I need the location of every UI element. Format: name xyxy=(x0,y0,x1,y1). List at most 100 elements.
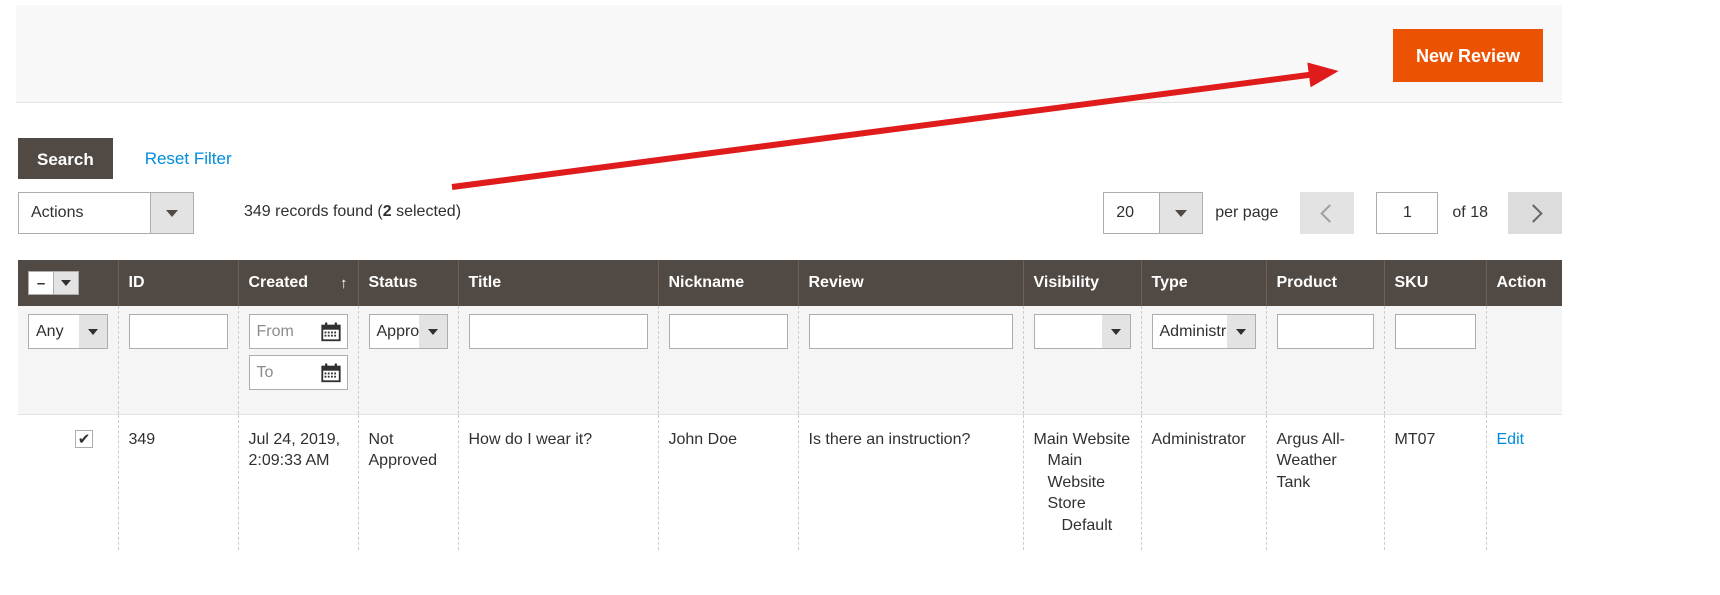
chevron-down-icon xyxy=(78,315,107,348)
records-found-suffix: selected) xyxy=(391,203,462,220)
checkmark-icon: ✔ xyxy=(77,430,91,448)
chevron-down-icon xyxy=(1101,315,1130,348)
column-header-action: Action xyxy=(1486,260,1562,306)
per-page-dropdown[interactable]: 20 xyxy=(1103,192,1204,234)
page-header-bar: New Review xyxy=(16,5,1562,103)
filter-created-to-placeholder: To xyxy=(256,363,274,381)
column-header-type[interactable]: Type xyxy=(1141,260,1267,306)
column-header-massaction: – xyxy=(18,260,119,306)
chevron-down-icon xyxy=(53,272,78,294)
filter-review-input[interactable] xyxy=(808,314,1013,349)
actions-dropdown-value: Actions xyxy=(31,204,84,221)
filter-visibility-select[interactable] xyxy=(1033,314,1131,349)
cell-type: Administrator xyxy=(1141,414,1267,551)
column-header-visibility[interactable]: Visibility xyxy=(1023,260,1142,306)
filter-status-value: Appro xyxy=(376,322,419,340)
filter-cell-type: Administr xyxy=(1141,306,1267,415)
filter-cell-status: Appro xyxy=(358,306,459,415)
column-header-review[interactable]: Review xyxy=(798,260,1024,306)
reset-filter-link[interactable]: Reset Filter xyxy=(145,149,232,169)
column-label-title: Title xyxy=(468,274,502,291)
chevron-right-icon xyxy=(1523,203,1543,223)
records-found-prefix: 349 records found ( xyxy=(244,203,383,220)
cell-product: Argus All-Weather Tank xyxy=(1266,414,1385,551)
previous-page-button[interactable] xyxy=(1300,192,1355,234)
column-header-id[interactable]: ID xyxy=(118,260,239,306)
column-label-product: Product xyxy=(1276,274,1337,291)
chevron-down-icon xyxy=(150,193,193,233)
column-label-sku: SKU xyxy=(1394,274,1429,291)
filter-status-select[interactable]: Appro xyxy=(368,314,448,349)
column-label-nickname: Nickname xyxy=(668,274,745,291)
filter-created-to[interactable]: To xyxy=(248,355,348,390)
cell-title: How do I wear it? xyxy=(458,414,659,551)
filter-cell-nickname xyxy=(658,306,799,415)
cell-id: 349 xyxy=(118,414,239,551)
sort-ascending-icon: ↑ xyxy=(340,274,348,292)
filter-massaction-value: Any xyxy=(36,322,64,340)
filter-cell-title xyxy=(458,306,659,415)
row-checkbox[interactable]: ✔ xyxy=(75,430,93,448)
row-select-cell: ✔ xyxy=(18,414,119,551)
filter-cell-product xyxy=(1266,306,1385,415)
cell-nickname: John Doe xyxy=(658,414,799,551)
filter-title-input[interactable] xyxy=(468,314,648,349)
actions-dropdown[interactable]: Actions xyxy=(18,192,194,234)
cell-created: Jul 24, 2019, 2:09:33 AM xyxy=(238,414,359,551)
filter-massaction-select[interactable]: Any xyxy=(28,314,108,349)
grid-filter-row: Any From To Appro Administr xyxy=(18,306,1562,415)
cell-review: Is there an instruction? xyxy=(798,414,1024,551)
per-page-value: 20 xyxy=(1116,204,1135,221)
grid-header-row: – ID Created ↑ Status Title Nickname Rev… xyxy=(18,260,1562,306)
filter-product-input[interactable] xyxy=(1276,314,1374,349)
filter-cell-created: From To xyxy=(238,306,359,415)
table-row[interactable]: ✔ 349 Jul 24, 2019, 2:09:33 AM Not Appro… xyxy=(18,414,1562,551)
filter-cell-id xyxy=(118,306,239,415)
cell-sku: MT07 xyxy=(1384,414,1487,551)
filter-type-select[interactable]: Administr xyxy=(1151,314,1256,349)
column-header-status[interactable]: Status xyxy=(358,260,459,306)
next-page-button[interactable] xyxy=(1508,192,1562,234)
filter-sku-input[interactable] xyxy=(1394,314,1476,349)
per-page-label: per page xyxy=(1215,204,1279,221)
column-label-created: Created xyxy=(248,274,309,291)
reviews-grid: – ID Created ↑ Status Title Nickname Rev… xyxy=(18,260,1562,551)
filter-nickname-input[interactable] xyxy=(668,314,788,349)
filter-cell-massaction: Any xyxy=(18,306,119,415)
massaction-toggle[interactable]: – xyxy=(28,271,79,295)
column-header-product[interactable]: Product xyxy=(1266,260,1385,306)
new-review-button[interactable]: New Review xyxy=(1392,29,1543,82)
chevron-down-icon xyxy=(1226,315,1255,348)
visibility-website: Main Website xyxy=(1033,430,1131,448)
visibility-store: Main Website Store xyxy=(1047,452,1106,513)
column-header-sku[interactable]: SKU xyxy=(1384,260,1487,306)
column-label-status: Status xyxy=(368,274,418,291)
column-header-created[interactable]: Created ↑ xyxy=(238,260,359,306)
cell-action: Edit xyxy=(1486,414,1562,551)
edit-link[interactable]: Edit xyxy=(1497,431,1525,448)
records-selected-count: 2 xyxy=(382,203,392,220)
total-pages-label: of 18 xyxy=(1452,204,1488,221)
filter-type-value: Administr xyxy=(1159,322,1227,340)
page-number-input[interactable] xyxy=(1376,192,1439,234)
cell-status: Not Approved xyxy=(358,414,459,551)
column-header-title[interactable]: Title xyxy=(458,260,659,306)
records-found-text: 349 records found (2 selected) xyxy=(244,203,461,221)
column-label-action: Action xyxy=(1496,274,1547,291)
filter-cell-visibility xyxy=(1023,306,1142,415)
filter-created-from-placeholder: From xyxy=(256,322,294,340)
column-label-type: Type xyxy=(1151,274,1188,291)
filter-cell-action xyxy=(1486,306,1562,415)
filter-cell-review xyxy=(798,306,1024,415)
column-label-review: Review xyxy=(808,274,864,291)
calendar-icon[interactable] xyxy=(320,362,342,384)
column-label-id: ID xyxy=(128,274,145,291)
grid-controls-row: Actions 349 records found (2 selected) 2… xyxy=(18,192,1562,236)
filter-id-input[interactable] xyxy=(128,314,228,349)
chevron-down-icon xyxy=(418,315,447,348)
filter-created-from[interactable]: From xyxy=(248,314,348,349)
column-label-visibility: Visibility xyxy=(1033,274,1100,291)
calendar-icon[interactable] xyxy=(320,321,342,343)
column-header-nickname[interactable]: Nickname xyxy=(658,260,799,306)
search-button[interactable]: Search xyxy=(18,138,113,179)
